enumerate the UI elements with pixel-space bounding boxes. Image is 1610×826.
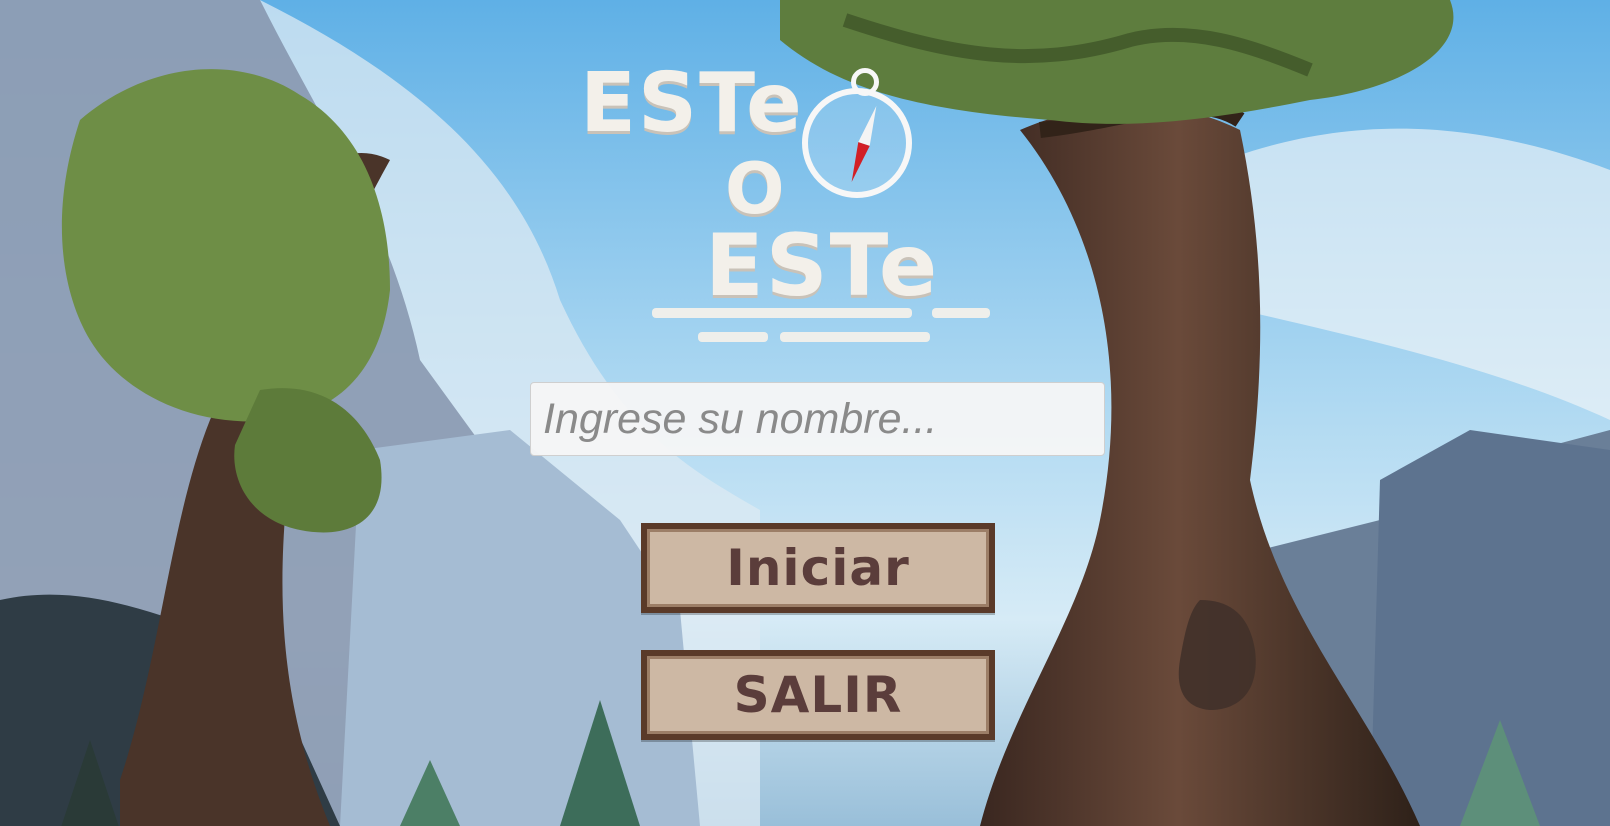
logo-underline-4 (932, 308, 990, 318)
logo-underline-1 (652, 308, 912, 318)
logo-underline-3 (780, 332, 930, 342)
logo-word-top: ESTe (580, 56, 804, 151)
compass-needle-south-icon (845, 142, 870, 184)
exit-button[interactable]: SALIR (641, 650, 995, 740)
game-logo: ESTe O ESTe (580, 48, 1000, 348)
compass-icon (802, 68, 912, 198)
compass-ring-icon (851, 68, 879, 96)
start-button-label: Iniciar (726, 539, 910, 597)
player-name-input[interactable] (530, 382, 1105, 456)
exit-button-label: SALIR (733, 666, 903, 724)
compass-needle-north-icon (858, 104, 883, 146)
logo-underline-2 (698, 332, 768, 342)
start-button[interactable]: Iniciar (641, 523, 995, 613)
logo-word-bottom: ESTe (705, 216, 940, 316)
